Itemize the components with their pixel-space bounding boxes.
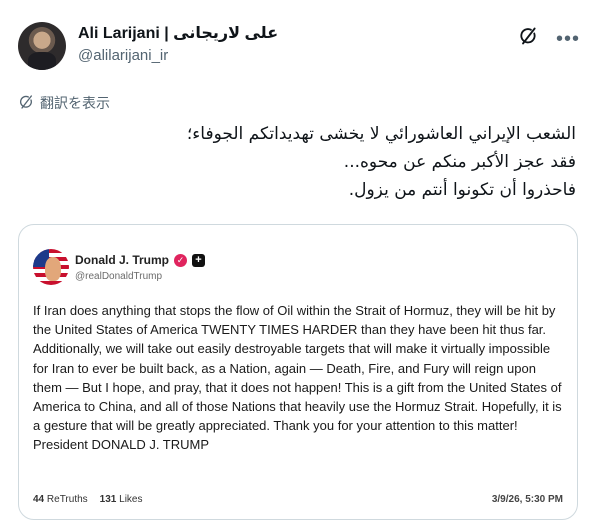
plus-badge-icon: +: [192, 253, 206, 267]
quoted-footer: 44 ReTruths 131 Likes 3/9/26, 5:30 PM: [33, 494, 563, 505]
more-icon[interactable]: •••: [556, 29, 580, 49]
author-block: Ali Larijani | علی لاریجانی @alilarijani…: [78, 24, 278, 66]
avatar[interactable]: [18, 22, 66, 70]
retruths-count: 44: [33, 494, 45, 505]
display-name[interactable]: Ali Larijani | علی لاریجانی: [78, 24, 278, 44]
translate-label: 翻訳を表示: [40, 95, 110, 111]
likes-stat: 131 Likes: [100, 494, 143, 505]
quoted-body: If Iran does anything that stops the flo…: [33, 303, 562, 453]
quoted-handle: @realDonaldTrump: [75, 271, 163, 282]
quoted-avatar: [33, 249, 69, 285]
verified-badge-icon: ✓: [174, 253, 188, 267]
translate-link[interactable]: 翻訳を表示: [18, 93, 110, 113]
grok-icon[interactable]: [518, 26, 538, 51]
likes-count: 131: [99, 494, 117, 505]
post-text-line: فاحذروا أن تكونوا أنتم من يزول.: [348, 180, 576, 200]
post-text-line: فقد عجز الأكبر منكم عن محوه...: [343, 152, 576, 172]
retruths-label: ReTruths: [46, 494, 88, 505]
post-text-line: الشعب الإيراني العاشورائي لا يخشى تهديدا…: [186, 124, 576, 144]
retruths-stat: 44 ReTruths: [33, 494, 88, 505]
header-actions: •••: [518, 26, 580, 51]
post-header: Ali Larijani | علی لاریجانی @alilarijani…: [18, 14, 580, 74]
translate-icon: [18, 94, 34, 113]
likes-label: Likes: [119, 494, 143, 505]
handle[interactable]: @alilarijani_ir: [78, 46, 278, 66]
quoted-name-row: Donald J. Trump ✓ +: [75, 253, 206, 267]
post-text: الشعب الإيراني العاشورائي لا يخشى تهديدا…: [16, 120, 576, 204]
quoted-date: 3/9/26, 5:30 PM: [491, 494, 563, 505]
quoted-name: Donald J. Trump: [75, 253, 170, 267]
quoted-post-card[interactable]: Donald J. Trump ✓ + @realDonaldTrump If …: [18, 224, 578, 520]
quoted-stats: 44 ReTruths 131 Likes: [33, 494, 143, 505]
